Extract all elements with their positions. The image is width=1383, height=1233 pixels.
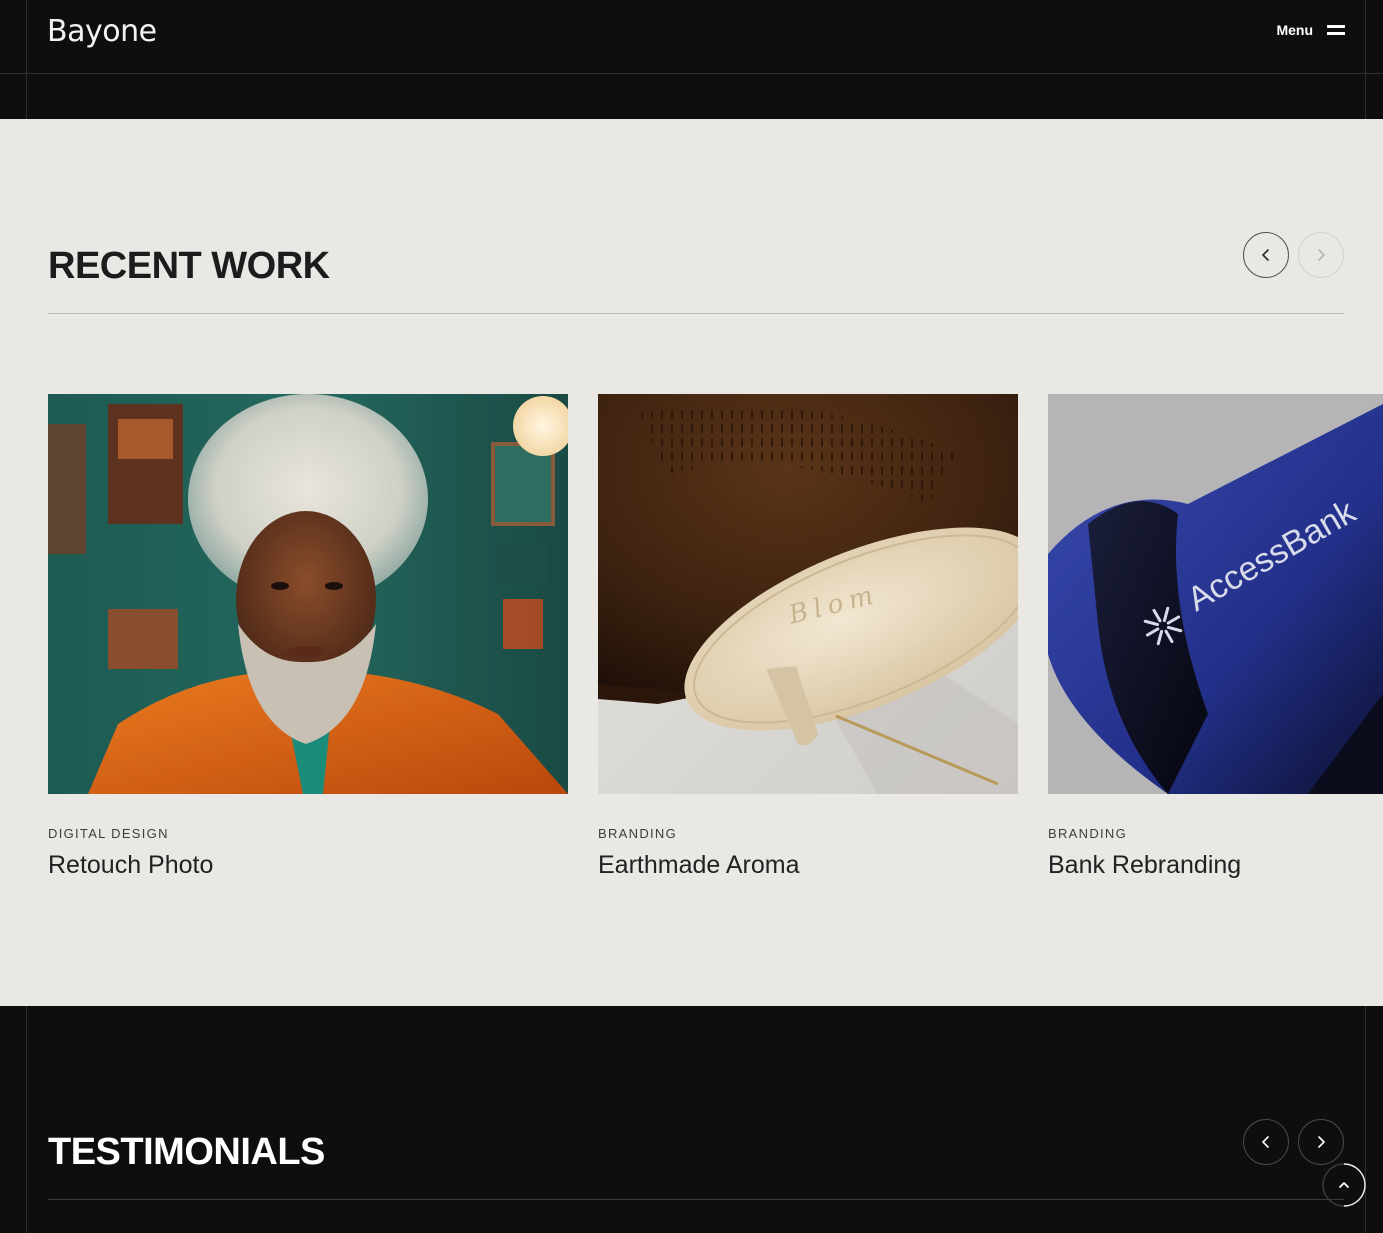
chevron-right-icon [1318, 1136, 1325, 1148]
next-button[interactable] [1298, 232, 1344, 278]
next-button[interactable] [1298, 1119, 1344, 1165]
scroll-to-top-button[interactable] [1321, 1162, 1367, 1208]
section-divider [48, 313, 1344, 314]
portrait-image [48, 394, 568, 794]
chevron-right-icon [1318, 249, 1325, 261]
work-category: DIGITAL DESIGN [48, 826, 169, 841]
work-title[interactable]: Retouch Photo [48, 851, 213, 880]
grid-line-left [26, 1006, 27, 1233]
prev-button[interactable] [1243, 1119, 1289, 1165]
work-image-bank[interactable]: AccessBank [1048, 394, 1383, 794]
work-category: BRANDING [1048, 826, 1128, 841]
header-divider [0, 73, 1383, 74]
work-title[interactable]: Earthmade Aroma [598, 851, 800, 880]
work-category: BRANDING [598, 826, 678, 841]
work-image-speaker[interactable]: Blom [598, 394, 1018, 794]
logo[interactable]: Bayone [47, 14, 157, 49]
prev-button[interactable] [1243, 232, 1289, 278]
menu-button[interactable]: Menu [1276, 22, 1345, 38]
hamburger-icon [1327, 24, 1345, 36]
section-title: RECENT WORK [48, 245, 330, 287]
recent-work-section: RECENT WORK DIGITAL DESIGN Retouch Photo… [0, 119, 1383, 1006]
grid-line-left [26, 0, 27, 119]
grid-line-right [1365, 0, 1366, 119]
chevron-left-icon [1262, 249, 1269, 261]
menu-label: Menu [1276, 22, 1313, 38]
speaker-image: Blom [598, 394, 1018, 794]
chevron-up-icon [1322, 1163, 1366, 1207]
bank-card-image: AccessBank [1048, 394, 1383, 794]
site-header: Bayone Menu [0, 0, 1383, 119]
work-title[interactable]: Bank Rebranding [1048, 851, 1241, 880]
work-image-portrait[interactable] [48, 394, 568, 794]
section-divider [48, 1199, 1344, 1200]
chevron-left-icon [1262, 1136, 1269, 1148]
testimonials-section: TESTIMONIALS [0, 1006, 1383, 1233]
section-title: TESTIMONIALS [48, 1131, 325, 1173]
